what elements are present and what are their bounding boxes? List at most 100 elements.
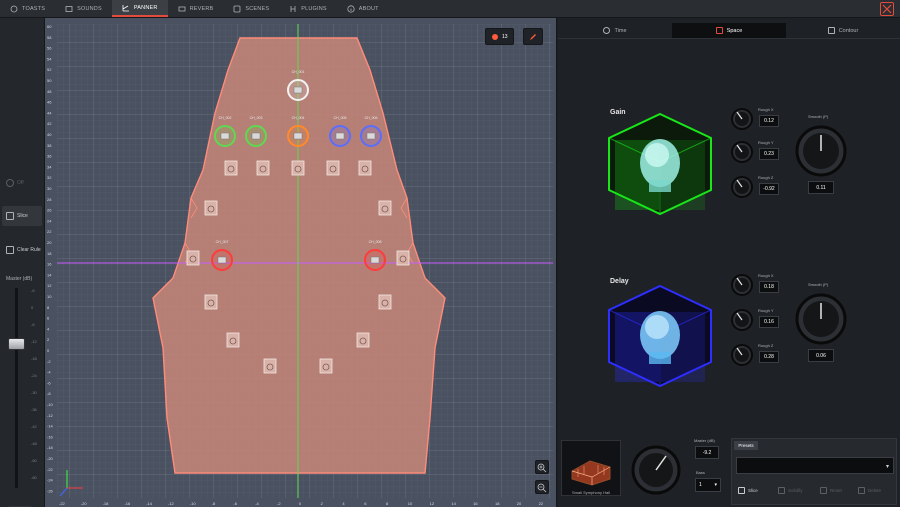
tab-plugins[interactable]: PLUGINS — [279, 0, 337, 17]
contour-icon — [827, 27, 835, 34]
room-name: Small Symphony Hall — [571, 490, 610, 495]
tab-label: SOUNDS — [77, 5, 102, 12]
gain-rough-x-knob[interactable] — [730, 107, 754, 131]
sound-source — [245, 125, 267, 147]
delay-rough-y-value[interactable]: 0.16 — [759, 316, 779, 328]
chevron-down-icon: ▾ — [714, 482, 717, 488]
panner-stage[interactable]: 60 58 56 54 52 50 48 46 44 42 40 38 36 34 32 30 28 26 24 22… — [45, 18, 557, 507]
zoom-in-button[interactable] — [535, 460, 549, 474]
speaker — [358, 160, 372, 176]
tab-reverb[interactable]: REVERB — [168, 0, 224, 17]
y-tick-label: 12 — [47, 283, 52, 288]
source-label: CH_002 — [218, 116, 232, 120]
slice-label: Slice — [17, 213, 28, 219]
x-tick-label: 0 — [299, 501, 302, 506]
preset-slice-label: Slice — [748, 487, 758, 493]
tab-panner[interactable]: PANNER — [111, 0, 168, 17]
delay-rough-x-value[interactable]: 0.18 — [759, 281, 779, 293]
source-icon — [251, 132, 261, 140]
reset-icon — [820, 486, 827, 494]
master-fader-track[interactable] — [15, 288, 18, 488]
tab-label: PANNER — [133, 4, 158, 11]
connect-icon — [10, 5, 18, 12]
record-icon — [492, 33, 498, 40]
tab-toasts[interactable]: TOASTS — [0, 0, 55, 17]
delay-rough-z-knob[interactable] — [730, 343, 754, 367]
y-tick-label: 10 — [47, 294, 52, 299]
speaker-body — [356, 332, 370, 348]
gain-rough-x-value[interactable]: 0.12 — [759, 115, 779, 127]
bottom-master-label: Master (dB) — [694, 438, 715, 443]
source-label: CH_006 — [364, 116, 378, 120]
reverb-icon — [178, 6, 185, 11]
y-tick-label: 40 — [47, 132, 52, 137]
gain-smooth-knob[interactable] — [794, 124, 848, 178]
tab-time[interactable]: Time — [558, 23, 672, 38]
stage-canvas[interactable]: 6058565452504846444240383634323028262422… — [45, 18, 557, 507]
delay-rough-y-label: Rough Y — [758, 308, 774, 313]
fullscreen-button[interactable] — [880, 2, 894, 16]
bass-select[interactable]: 1 ▾ — [695, 478, 721, 492]
preset-slice-button[interactable]: Slice — [738, 483, 758, 497]
master-fader-handle[interactable] — [8, 338, 25, 350]
gain-smooth-value[interactable]: 0.11 — [808, 181, 834, 194]
clock-icon — [603, 27, 611, 34]
y-tick-label: -24 — [47, 478, 54, 483]
tab-scenes[interactable]: SCENES — [223, 0, 279, 17]
plugins-icon — [290, 5, 296, 12]
tab-contour[interactable]: Contour — [786, 23, 900, 38]
x-tick-label: 6 — [364, 501, 367, 506]
off-button[interactable]: Off — [2, 173, 42, 193]
source-icon — [217, 256, 227, 264]
gain-rough-y-value[interactable]: 0.23 — [759, 148, 779, 160]
y-tick-label: 30 — [47, 186, 52, 191]
edit-button[interactable] — [523, 28, 543, 45]
hall-icon — [571, 460, 611, 486]
preset-dropdown[interactable]: ▾ — [736, 457, 894, 474]
speaker-body — [326, 160, 340, 176]
gain-rough-y-knob[interactable] — [730, 140, 754, 164]
slice-button[interactable]: Slice — [2, 206, 42, 226]
delay-rough-x-knob[interactable] — [730, 273, 754, 297]
speaker — [186, 250, 200, 266]
delay-smooth-knob[interactable] — [794, 292, 848, 346]
x-tick-label: 16 — [473, 501, 478, 506]
gain-rough-z-knob[interactable] — [730, 175, 754, 199]
speaker-body — [319, 358, 333, 374]
room-mix-knob[interactable] — [630, 444, 682, 496]
gain-rough-z-value[interactable]: -0.92 — [759, 183, 779, 195]
fader-tick-label: -80 — [31, 475, 37, 480]
tab-label: Time — [614, 27, 627, 34]
tab-space[interactable]: Space — [672, 23, 786, 38]
bottom-master-value[interactable]: -9.2 — [695, 446, 719, 459]
sound-source — [211, 249, 233, 271]
x-tick-label: 18 — [495, 501, 500, 506]
zoom-out-button[interactable] — [535, 480, 549, 494]
clear-rule-button[interactable]: Clear Rule — [2, 240, 42, 260]
space-icon — [715, 27, 723, 34]
delay-rough-z-value[interactable]: 0.28 — [759, 351, 779, 363]
y-tick-label: 38 — [47, 143, 52, 148]
x-tick-label: -10 — [190, 501, 197, 506]
delay-smooth-value[interactable]: 0.06 — [808, 349, 834, 362]
tab-sounds[interactable]: SOUNDS — [55, 0, 112, 17]
delay-visualizer[interactable] — [603, 280, 718, 390]
presets-tab[interactable]: Presets — [734, 441, 758, 450]
room-thumbnail[interactable] — [561, 440, 621, 496]
gain-visualizer[interactable] — [603, 108, 718, 218]
y-tick-label: 44 — [47, 110, 52, 115]
tab-about[interactable]: ABOUT — [337, 0, 389, 17]
x-tick-label: -6 — [233, 501, 237, 506]
speaker — [319, 358, 333, 374]
gain-cube — [607, 112, 713, 216]
delay-rough-y-knob[interactable] — [730, 308, 754, 332]
preset-solidify-button[interactable]: Solidify — [778, 483, 803, 497]
y-tick-label: 26 — [47, 208, 52, 213]
source-icon — [370, 256, 380, 264]
y-tick-label: 16 — [47, 262, 52, 267]
preset-reset-button[interactable]: Reset — [820, 483, 842, 497]
preset-delete-button[interactable]: Delete — [858, 483, 881, 497]
record-button[interactable]: 13 — [485, 28, 514, 45]
speaker — [378, 294, 392, 310]
y-tick-label: 20 — [47, 240, 52, 245]
